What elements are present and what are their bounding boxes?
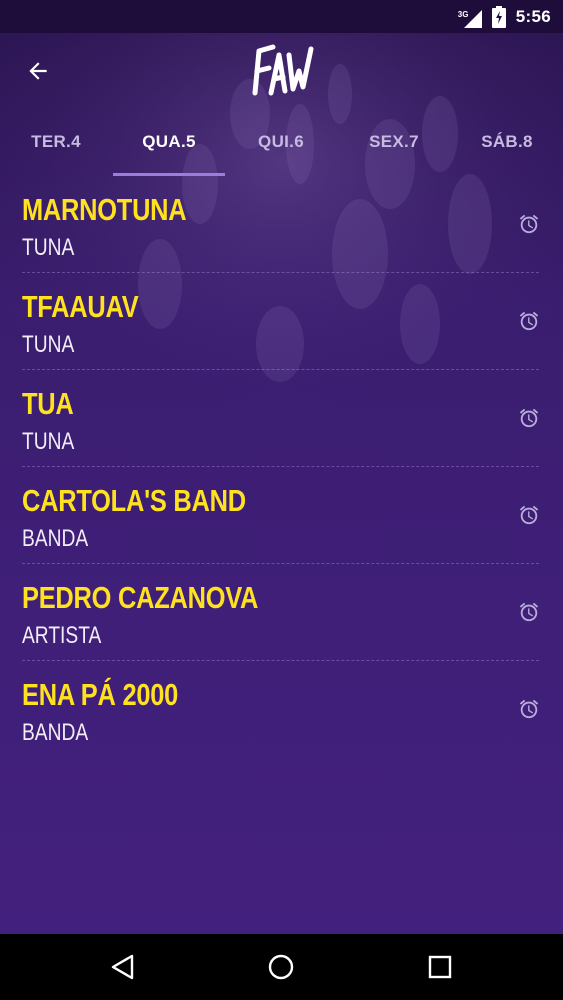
nav-recents-button[interactable] bbox=[423, 950, 457, 984]
artist-type: TUNA bbox=[22, 428, 75, 455]
list-item[interactable]: PEDRO CAZANOVA ARTISTA bbox=[0, 564, 563, 661]
alarm-clock-icon[interactable] bbox=[518, 213, 540, 235]
nav-home-icon bbox=[268, 954, 294, 980]
arrow-back-icon bbox=[29, 62, 47, 80]
tab-qua[interactable]: QUA.5 bbox=[113, 108, 225, 176]
nav-home-button[interactable] bbox=[264, 950, 298, 984]
list-item[interactable]: CARTOLA'S BAND BANDA bbox=[0, 467, 563, 564]
screen: 3G 5:56 TER.4 QUA.5 QUI.6 SEX.7 SÁB.8 MA… bbox=[0, 0, 563, 1000]
alarm-clock-icon[interactable] bbox=[518, 504, 540, 526]
list-item[interactable]: MARNOTUNA TUNA bbox=[0, 176, 563, 273]
artist-type: BANDA bbox=[22, 719, 89, 746]
list-item[interactable]: TFAAUAV TUNA bbox=[0, 273, 563, 370]
alarm-clock-icon[interactable] bbox=[518, 310, 540, 332]
list-item[interactable]: TUA TUNA bbox=[0, 370, 563, 467]
artist-type: TUNA bbox=[22, 234, 75, 261]
tab-sex[interactable]: SEX.7 bbox=[338, 108, 450, 176]
tab-sab[interactable]: SÁB.8 bbox=[451, 108, 563, 176]
app-bar bbox=[0, 33, 563, 108]
battery-icon bbox=[491, 5, 506, 28]
alarm-clock-icon[interactable] bbox=[518, 407, 540, 429]
system-nav-bar bbox=[0, 934, 563, 1000]
nav-back-icon bbox=[111, 954, 134, 980]
alarm-clock-icon[interactable] bbox=[518, 601, 540, 623]
signal-icon: 3G bbox=[458, 5, 482, 29]
nav-back-button[interactable] bbox=[106, 950, 140, 984]
day-tabs: TER.4 QUA.5 QUI.6 SEX.7 SÁB.8 bbox=[0, 108, 563, 176]
artist-type: TUNA bbox=[22, 331, 75, 358]
nav-recents-icon bbox=[428, 955, 452, 979]
artist-name: PEDRO CAZANOVA bbox=[22, 580, 259, 615]
artist-type: BANDA bbox=[22, 525, 89, 552]
artist-name: TUA bbox=[22, 386, 74, 421]
alarm-clock-icon[interactable] bbox=[518, 698, 540, 720]
artist-list: MARNOTUNA TUNA TFAAUAV TUNA TUA TUNA CAR… bbox=[0, 176, 563, 758]
artist-name: MARNOTUNA bbox=[22, 192, 187, 227]
list-item[interactable]: ENA PÁ 2000 BANDA bbox=[0, 661, 563, 758]
artist-name: CARTOLA'S BAND bbox=[22, 483, 246, 518]
tab-ter[interactable]: TER.4 bbox=[0, 108, 112, 176]
artist-type: ARTISTA bbox=[22, 622, 102, 649]
status-time: 5:56 bbox=[515, 6, 551, 26]
tab-qui[interactable]: QUI.6 bbox=[225, 108, 337, 176]
status-bar: 3G 5:56 bbox=[0, 0, 563, 33]
back-button[interactable] bbox=[18, 51, 58, 91]
artist-name: TFAAUAV bbox=[22, 289, 139, 324]
fan-logo bbox=[245, 41, 317, 99]
artist-name: ENA PÁ 2000 bbox=[22, 677, 179, 712]
